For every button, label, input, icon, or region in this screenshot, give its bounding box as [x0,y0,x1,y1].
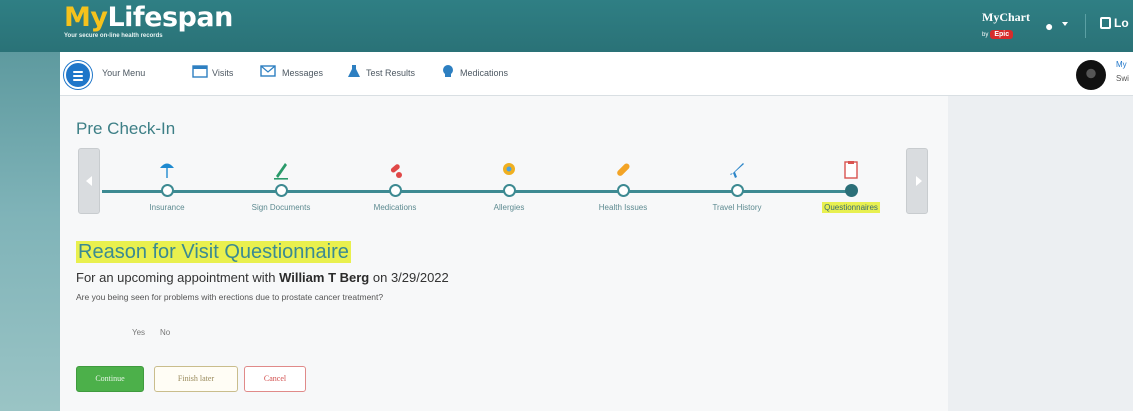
avatar[interactable] [1076,60,1106,90]
step-label: Health Issues [598,203,648,212]
step-label: Medications [373,203,417,212]
step-node-active [845,184,858,197]
chevron-left-icon [86,176,92,186]
main-menu-bar: Your Menu Visits Messages Test Results M… [60,52,1133,96]
pills-icon [390,164,402,178]
step-node [617,184,630,197]
step-node [275,184,288,197]
bandage-icon [617,163,630,176]
menu-hamburger-icon[interactable] [64,61,92,89]
logo-title: MyLifespan [64,4,233,32]
step-label: Travel History [712,203,762,212]
test-results-link[interactable]: Test Results [366,68,415,78]
clipboard-icon [844,161,858,179]
provider-name: William T Berg [279,270,370,285]
header-divider [1085,14,1086,38]
chevron-right-icon [916,176,922,186]
pen-icon [274,163,288,180]
logout-button[interactable]: Lo [1100,16,1129,30]
step-travel-history[interactable]: Travel History [682,96,792,216]
questionnaire-title: Reason for Visit Questionnaire [76,241,351,264]
mychart-wordmark: MyChart [982,10,1030,24]
step-node [731,184,744,197]
finish-later-button[interactable]: Finish later [154,366,238,392]
step-label: Insurance [149,203,185,212]
medications-link[interactable]: Medications [460,68,508,78]
background-image [0,52,60,411]
messages-link[interactable]: Messages [282,68,323,78]
step-label: Allergies [493,203,525,212]
option-yes[interactable]: Yes [132,328,145,337]
logo-my: My [64,2,108,33]
step-sign-documents[interactable]: Sign Documents [226,96,336,216]
step-health-issues[interactable]: Health Issues [568,96,678,216]
option-no[interactable]: No [160,328,170,337]
your-menu-link[interactable]: Your Menu [102,68,145,78]
step-label: Sign Documents [251,203,311,212]
mychart-by-text: by [982,32,989,38]
mylifespan-logo[interactable]: MyLifespan Your secure on-line health re… [64,4,233,40]
appointment-info: For an upcoming appointment with William… [76,270,449,285]
cancel-button[interactable]: Cancel [244,366,306,392]
logout-label: Lo [1114,16,1129,30]
step-label-text: Questionnaires [822,202,880,213]
umbrella-icon [160,163,174,178]
user-switch-link[interactable]: Swi [1116,74,1129,83]
step-medications[interactable]: Medications [340,96,450,216]
logo-tagline: Your secure on-line health records [64,33,163,39]
top-header-bar: MyLifespan Your secure on-line health re… [0,0,1133,52]
envelope-icon[interactable] [260,64,276,78]
questionnaire-title-text: Reason for Visit Questionnaire [76,241,351,263]
appt-on: on [369,270,391,285]
chevron-down-icon[interactable] [1062,22,1068,26]
step-label-active: Questionnaires [796,202,906,213]
airplane-icon [730,163,744,178]
appt-date: 3/29/2022 [390,270,449,285]
step-allergies[interactable]: Allergies [454,96,564,216]
pill-icon[interactable] [440,64,456,78]
flask-icon[interactable] [346,64,362,78]
step-node [389,184,402,197]
question-text: Are you being seen for problems with ere… [76,292,384,302]
mychart-by-epic-logo: MyChart by Epic [982,10,1030,40]
user-name[interactable]: My [1116,60,1127,69]
right-sidebar-area [948,96,1133,411]
continue-button[interactable]: Continue [76,366,144,392]
epic-badge: Epic [990,30,1014,39]
visits-link[interactable]: Visits [212,68,233,78]
previous-step-button[interactable] [78,148,100,214]
user-menu-icon[interactable]: ● [1045,18,1053,34]
logo-rest: Lifespan [107,2,233,33]
step-node [161,184,174,197]
step-node [503,184,516,197]
next-step-button[interactable] [906,148,928,214]
step-questionnaires[interactable]: Questionnaires [796,96,906,216]
logout-icon [1100,17,1111,29]
pre-checkin-panel: Pre Check-In Insurance Sign Documents Me… [60,96,948,411]
calendar-icon[interactable] [192,64,208,78]
appt-prefix: For an upcoming appointment with [76,270,280,285]
step-insurance[interactable]: Insurance [112,96,222,216]
flower-icon [503,163,515,175]
